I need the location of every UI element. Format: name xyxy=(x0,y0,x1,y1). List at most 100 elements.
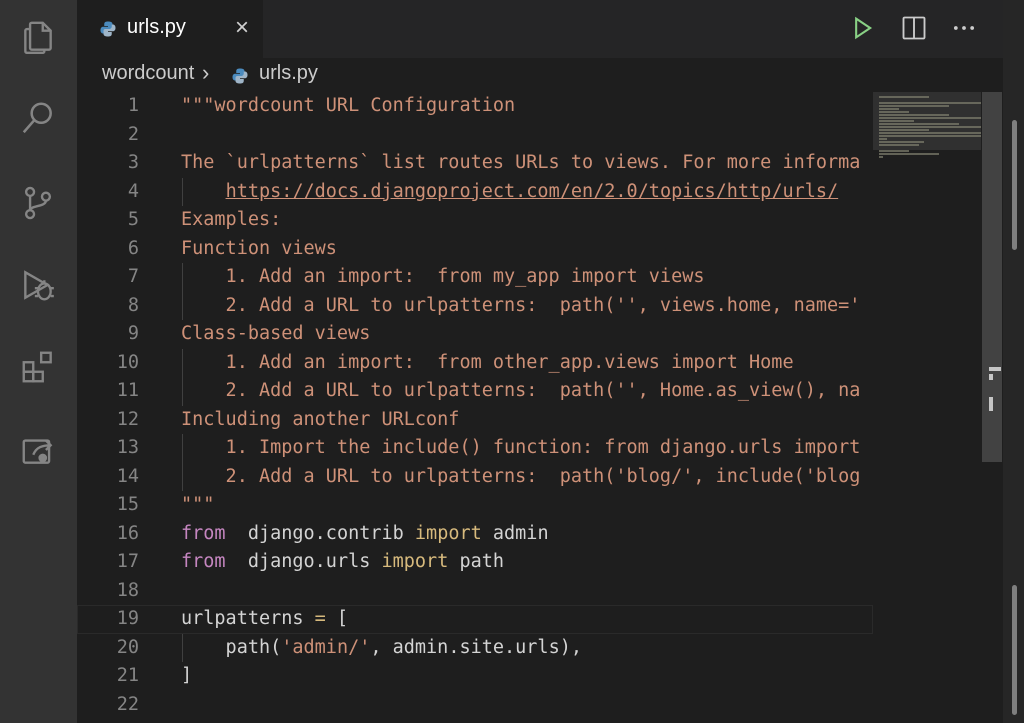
minimap-line xyxy=(879,144,919,146)
line-number: 13 xyxy=(116,437,139,458)
remote-explorer-icon[interactable] xyxy=(18,430,58,470)
line-number: 2 xyxy=(127,123,139,145)
line-number: 20 xyxy=(116,636,139,658)
code-line[interactable]: 10 1. Add an import: from other_app.view… xyxy=(77,349,873,378)
code-text: 1. Add an import: from my_app import vie… xyxy=(181,266,705,287)
line-number: 7 xyxy=(127,266,139,287)
indent-guide xyxy=(182,633,183,662)
minimap-line xyxy=(879,129,929,131)
breadcrumb-folder[interactable]: wordcount xyxy=(102,62,194,85)
minimap-line xyxy=(879,102,981,104)
extensions-icon[interactable] xyxy=(18,347,58,387)
code-text: """wordcount URL Configuration xyxy=(181,95,516,116)
outer-scrollbar-thumb[interactable] xyxy=(1012,585,1017,715)
run-icon[interactable] xyxy=(848,14,876,47)
minimap-line xyxy=(879,117,981,119)
code-text: Examples: xyxy=(181,209,282,230)
line-number: 21 xyxy=(116,665,139,686)
code-line[interactable]: 22 xyxy=(77,691,873,720)
code-text: from django.contrib import admin xyxy=(181,522,549,544)
code-line[interactable]: 2 xyxy=(77,121,873,150)
code-text: The `urlpatterns` list routes URLs to vi… xyxy=(181,152,861,173)
chevron-right-icon: › xyxy=(202,60,210,85)
code-line[interactable]: 14 2. Add a URL to urlpatterns: path('bl… xyxy=(77,463,873,492)
breadcrumb: wordcount › urls.py xyxy=(77,58,1003,92)
line-number: 3 xyxy=(127,152,139,173)
minimap-line xyxy=(879,108,899,110)
code-text: path('admin/', admin.site.urls), xyxy=(181,636,582,658)
minimap-line xyxy=(879,156,883,158)
code-line[interactable]: 15 """ xyxy=(77,491,873,520)
minimap-line xyxy=(879,126,981,128)
line-number: 9 xyxy=(127,323,139,344)
scroll-marker xyxy=(989,374,993,380)
window-edge xyxy=(1003,0,1024,723)
code-line[interactable]: 21] xyxy=(77,662,873,691)
scroll-marker xyxy=(989,397,993,411)
more-actions-icon[interactable] xyxy=(950,14,978,47)
line-number: 22 xyxy=(116,693,139,715)
minimap-line xyxy=(879,120,914,122)
line-number: 1 xyxy=(127,95,139,116)
code-line[interactable]: 19 urlpatterns = [ xyxy=(77,605,873,634)
minimap-line xyxy=(879,105,949,107)
code-line[interactable]: 20 path('admin/', admin.site.urls), xyxy=(77,634,873,663)
close-tab-icon[interactable]: × xyxy=(229,15,255,41)
line-number: 17 xyxy=(116,551,139,572)
code-line[interactable]: 13 1. Import the include() function: fro… xyxy=(77,434,873,463)
indent-guide xyxy=(182,177,183,206)
split-editor-icon[interactable] xyxy=(900,14,928,47)
outer-scrollbar-thumb[interactable] xyxy=(1012,120,1017,250)
code-text: Function views xyxy=(181,237,337,259)
code-line[interactable]: 16 from django.contrib import admin xyxy=(77,520,873,549)
minimap-line xyxy=(879,150,909,152)
code-text: Including another URLconf xyxy=(181,408,460,430)
python-file-icon xyxy=(232,68,248,84)
minimap-line xyxy=(879,114,949,116)
code-line[interactable]: 1 """wordcount URL Configuration xyxy=(77,92,873,121)
indent-guide xyxy=(182,434,183,491)
line-number: 11 xyxy=(116,380,139,401)
code-text: ] xyxy=(181,665,193,686)
code-text: urlpatterns = [ xyxy=(181,608,349,629)
code-line[interactable]: 17 from django.urls import path xyxy=(77,548,873,577)
code-line[interactable]: 6 Function views xyxy=(77,235,873,264)
line-number: 19 xyxy=(116,608,139,629)
tab-label: urls.py xyxy=(127,16,186,38)
tab-urls-py[interactable]: urls.py × xyxy=(77,0,263,58)
indent-guide xyxy=(182,263,183,320)
code-line[interactable]: 12 Including another URLconf xyxy=(77,406,873,435)
minimap-line xyxy=(879,123,959,125)
code-line[interactable]: 5 Examples: xyxy=(77,206,873,235)
minimap[interactable] xyxy=(873,92,981,723)
source-control-icon[interactable] xyxy=(18,183,58,223)
code-line[interactable]: 9 Class-based views xyxy=(77,320,873,349)
line-number: 16 xyxy=(116,522,139,544)
explorer-icon[interactable] xyxy=(18,17,58,57)
code-text: https://docs.djangoproject.com/en/2.0/to… xyxy=(225,180,839,202)
search-icon[interactable] xyxy=(18,98,58,138)
code-text: Class-based views xyxy=(181,323,371,344)
minimap-line xyxy=(879,135,981,137)
vertical-scrollbar[interactable] xyxy=(981,92,1003,723)
line-number: 18 xyxy=(116,579,139,601)
activity-bar xyxy=(0,0,77,723)
code-line[interactable]: 3 The `urlpatterns` list routes URLs to v… xyxy=(77,149,873,178)
breadcrumb-file[interactable]: urls.py xyxy=(259,62,318,85)
line-number: 12 xyxy=(116,408,139,430)
line-number: 8 xyxy=(127,294,139,316)
line-number: 10 xyxy=(116,351,139,373)
code-line[interactable]: 7 1. Add an import: from my_app import v… xyxy=(77,263,873,292)
code-line[interactable]: 11 2. Add a URL to urlpatterns: path('',… xyxy=(77,377,873,406)
code-text: 2. Add a URL to urlpatterns: path('', Ho… xyxy=(181,380,861,401)
run-debug-icon[interactable] xyxy=(18,265,58,305)
code-text: 1. Import the include() function: from d… xyxy=(181,437,861,458)
minimap-line xyxy=(879,132,981,134)
code-line[interactable]: 4 https://docs.djangoproject.com/en/2.0/… xyxy=(77,178,873,207)
code-line[interactable]: 8 2. Add a URL to urlpatterns: path('', … xyxy=(77,292,873,321)
code-editor[interactable]: 1 """wordcount URL Configuration 2 3 The `ur… xyxy=(77,92,873,723)
line-number: 6 xyxy=(127,237,139,259)
line-number: 4 xyxy=(127,180,139,202)
python-file-icon xyxy=(100,21,116,37)
code-line[interactable]: 18 xyxy=(77,577,873,606)
